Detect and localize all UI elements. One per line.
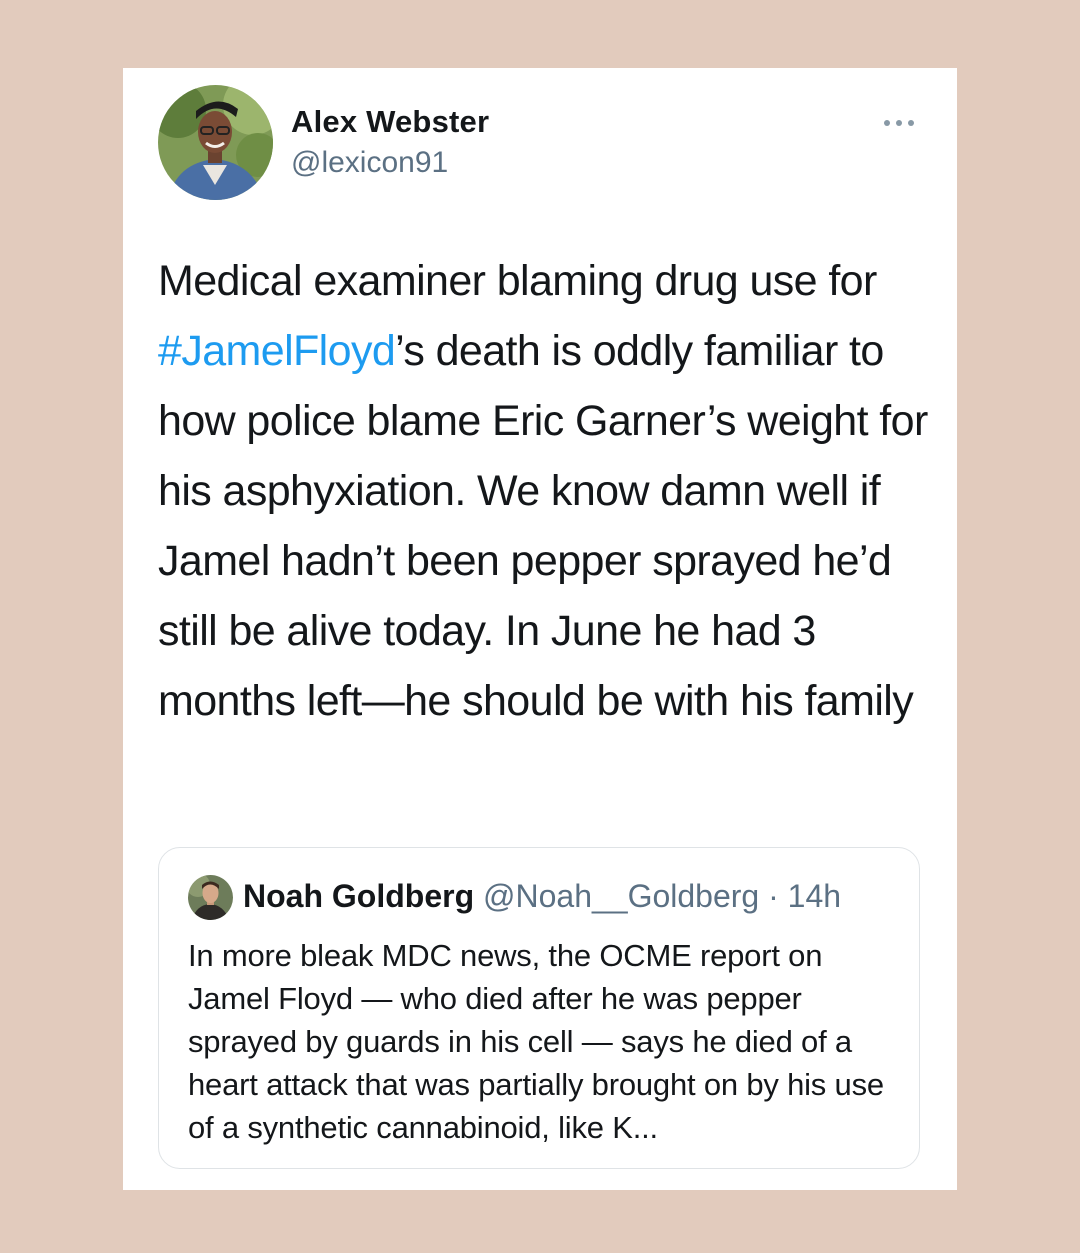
- avatar[interactable]: [158, 85, 273, 200]
- quoted-tweet[interactable]: Noah Goldberg @Noah__Goldberg · 14h In m…: [158, 847, 920, 1169]
- quoted-separator: ·: [759, 878, 788, 914]
- quoted-timestamp[interactable]: 14h: [788, 878, 841, 914]
- quoted-tweet-text: In more bleak MDC news, the OCME report …: [188, 938, 884, 1145]
- author-display-name[interactable]: Alex Webster: [291, 104, 489, 140]
- tweet-text-part-1: Medical examiner blaming drug use for: [158, 257, 877, 305]
- tweet-card: Alex Webster @lexicon91 Medical examiner…: [123, 68, 957, 1190]
- hashtag-link[interactable]: #JamelFloyd: [158, 327, 396, 375]
- quoted-author-name[interactable]: Noah Goldberg: [243, 878, 474, 914]
- tweet-text: Medical examiner blaming drug use for #J…: [158, 246, 938, 736]
- quoted-header: Noah Goldberg @Noah__Goldberg · 14h: [243, 878, 841, 915]
- tweet-text-part-2: ’s death is oddly familiar to how police…: [158, 327, 928, 725]
- more-horizontal-icon[interactable]: [879, 106, 919, 140]
- author-handle[interactable]: @lexicon91: [291, 146, 448, 180]
- avatar-image: [158, 85, 273, 200]
- quoted-author-avatar: [188, 875, 233, 920]
- quoted-author-handle[interactable]: @Noah__Goldberg: [483, 878, 759, 914]
